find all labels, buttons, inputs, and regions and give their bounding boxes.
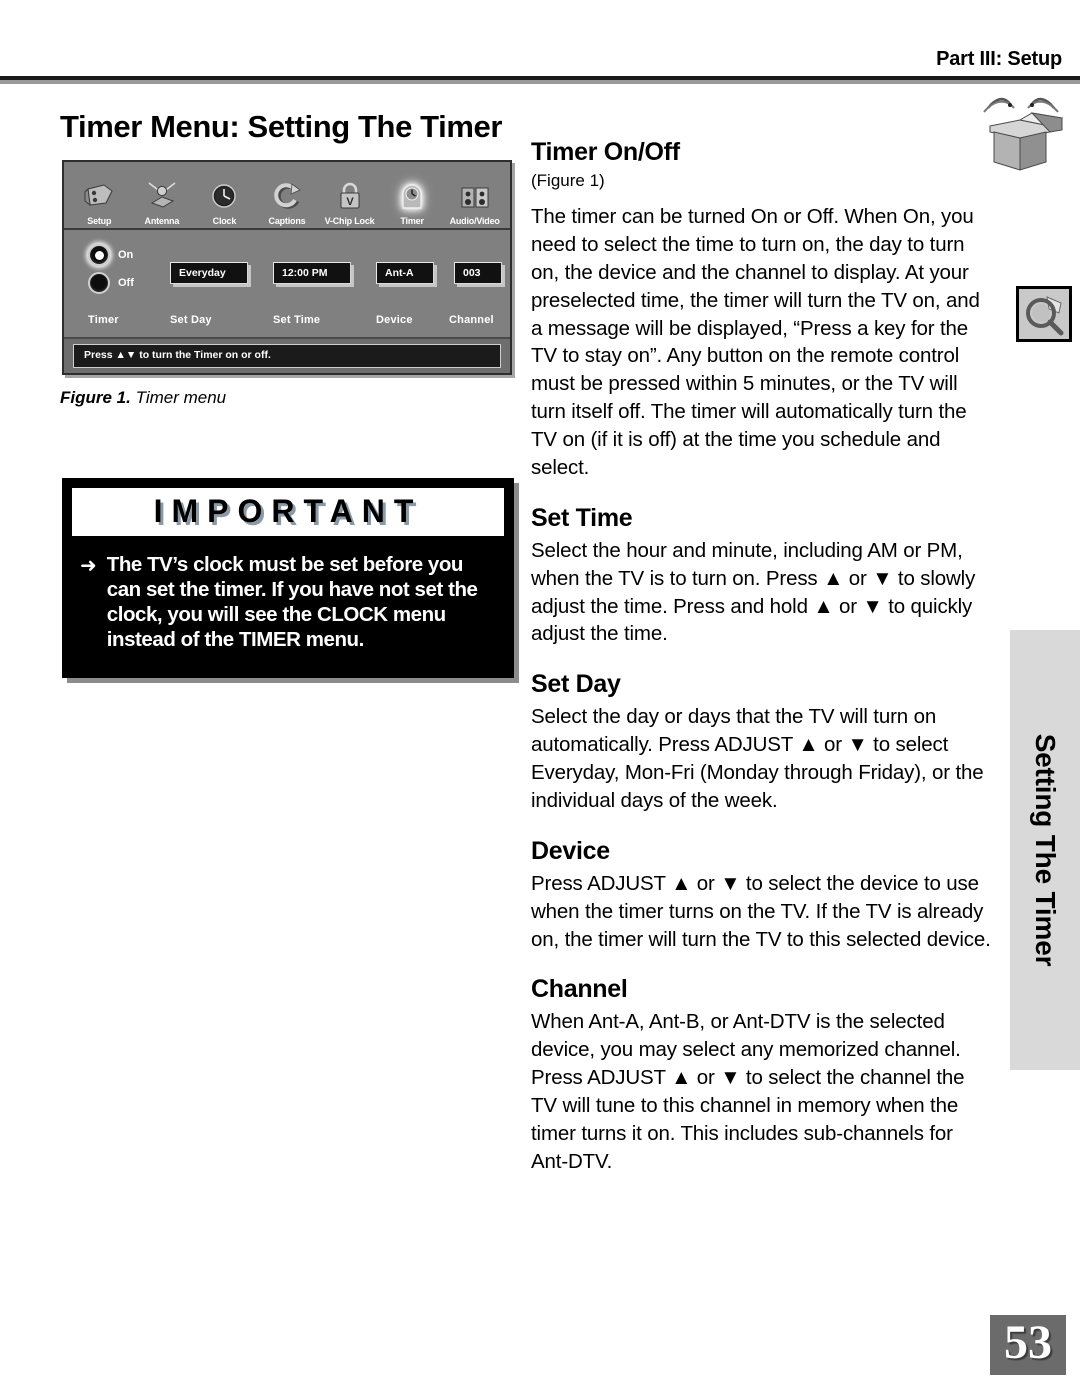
side-tab-label: Setting The Timer <box>1030 733 1061 967</box>
tv-menu-status-bar-wrap: Press ▲▼ to turn the Timer on or off. <box>64 337 510 373</box>
field-caption-device: Device <box>376 314 413 326</box>
menu-item-timer[interactable]: Timer <box>382 177 442 226</box>
menu-item-captions[interactable]: Captions <box>257 177 317 226</box>
radio-dot-off[interactable] <box>88 272 110 294</box>
radio-dot-on[interactable] <box>88 244 110 266</box>
section-heading: Timer On/Off <box>531 138 680 166</box>
menu-item-label: V-Chip Lock <box>324 216 375 226</box>
audio-video-icon <box>445 177 505 215</box>
menu-item-setup[interactable]: Setup <box>69 177 129 226</box>
menu-item-antenna[interactable]: Antenna <box>132 177 192 226</box>
figure-caption-text: Timer menu <box>135 388 227 407</box>
field-value-set-time[interactable]: 12:00 PM <box>273 262 351 284</box>
timer-icon <box>382 177 442 215</box>
tv-setup-icon <box>69 177 129 215</box>
menu-item-label: Captions <box>268 216 306 226</box>
menu-item-label: Timer <box>400 216 424 226</box>
timer-radio-off[interactable]: Off <box>88 272 134 294</box>
timer-radio-on[interactable]: On <box>88 244 134 266</box>
tv-menu-status-text: Press ▲▼ to turn the Timer on or off. <box>73 344 501 368</box>
field-caption-set-day: Set Day <box>170 314 212 326</box>
field-value-device[interactable]: Ant-A <box>376 262 434 284</box>
timer-on-off-radio-group[interactable]: On Off <box>88 244 134 300</box>
tv-menu-body: On Off Timer Everyday Set Day 12:00 PM S… <box>64 230 510 338</box>
section-heading: Device <box>531 836 610 865</box>
captions-icon <box>257 177 317 215</box>
section-body: Press ADJUST ▲ or ▼ to select the device… <box>531 871 991 951</box>
magnifier-icon <box>1016 286 1072 342</box>
figure-caption: Figure 1. Timer menu <box>60 388 226 408</box>
section-subheading: (Figure 1) <box>531 171 605 190</box>
padlock-icon: V <box>320 177 380 215</box>
page-title: Timer Menu: Setting The Timer <box>60 108 502 144</box>
radio-label-off: Off <box>118 277 134 289</box>
section-heading: Set Time <box>531 503 633 532</box>
important-title: IMPORTANT <box>72 488 504 536</box>
section-set-time: Set Time Select the hour and minute, inc… <box>531 504 993 649</box>
radio-label-on: On <box>118 249 134 261</box>
section-body: Select the day or days that the TV will … <box>531 705 984 812</box>
field-value-channel[interactable]: 003 <box>454 262 502 284</box>
section-body: The timer can be turned On or Off. When … <box>531 205 980 479</box>
section-body: When Ant-A, Ant-B, or Ant-DTV is the sel… <box>531 1010 965 1173</box>
section-heading: Set Day <box>531 670 621 699</box>
tv-menu-icon-bar: Setup Antenna Clock Captions V V-Chip Lo… <box>64 162 510 230</box>
field-caption-timer: Timer <box>88 314 119 326</box>
section-timer-on-off: Timer On/Off (Figure 1) The timer can be… <box>531 138 993 482</box>
menu-item-label: Setup <box>87 216 112 226</box>
menu-item-v-chip-lock[interactable]: V V-Chip Lock <box>320 177 380 226</box>
running-head-part-label: Part III: Setup <box>936 48 1062 70</box>
field-caption-set-time: Set Time <box>273 314 321 326</box>
antenna-icon <box>132 177 192 215</box>
arrow-right-icon: ➜ <box>80 555 97 577</box>
menu-item-audio-video[interactable]: Audio/Video <box>445 177 505 226</box>
menu-item-label: Audio/Video <box>449 216 500 226</box>
section-device: Device Press ADJUST ▲ or ▼ to select the… <box>531 837 993 954</box>
menu-item-label: Clock <box>212 216 237 226</box>
menu-item-label: Antenna <box>144 216 180 226</box>
important-text: The TV’s clock must be set before you ca… <box>106 553 478 651</box>
section-set-day: Set Day Select the day or days that the … <box>531 670 993 815</box>
figure-caption-label: Figure 1. <box>60 388 131 407</box>
important-callout-box: IMPORTANT ➜ The TV’s clock must be set b… <box>62 478 514 678</box>
section-body: Select the hour and minute, including AM… <box>531 538 976 646</box>
section-heading: Channel <box>531 975 628 1004</box>
important-body: ➜ The TV’s clock must be set before you … <box>72 552 504 652</box>
section-channel: Channel When Ant-A, Ant-B, or Ant-DTV is… <box>531 975 993 1175</box>
clock-icon <box>194 177 254 215</box>
header-rule-shadow <box>0 80 1080 84</box>
field-value-set-day[interactable]: Everyday <box>170 262 248 284</box>
menu-item-clock[interactable]: Clock <box>194 177 254 226</box>
side-tab: Setting The Timer <box>1010 630 1080 1070</box>
svg-text:V: V <box>346 196 354 208</box>
page-number: 53 <box>990 1315 1066 1375</box>
body-text-column: Timer On/Off (Figure 1) The timer can be… <box>531 138 993 1198</box>
tv-timer-menu-figure: Setup Antenna Clock Captions V V-Chip Lo… <box>62 160 512 375</box>
field-caption-channel: Channel <box>449 314 494 326</box>
